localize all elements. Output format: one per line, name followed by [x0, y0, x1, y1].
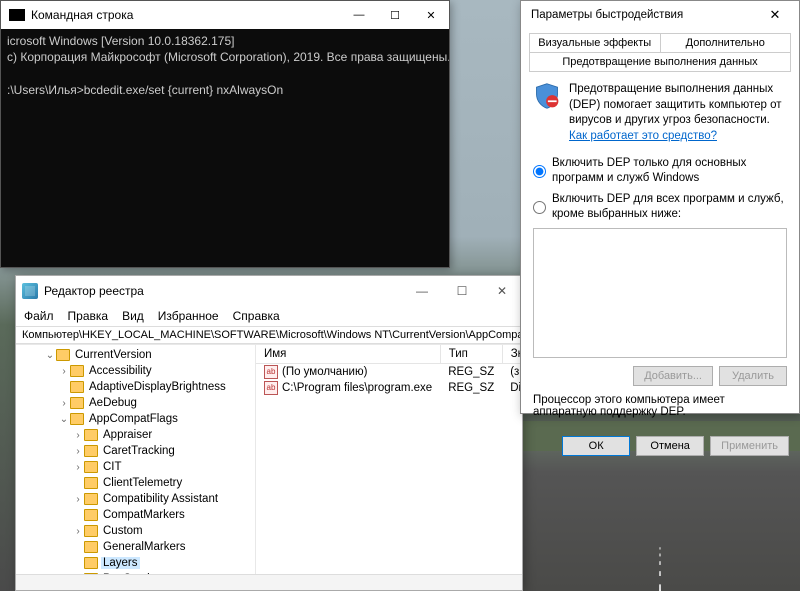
apply-button[interactable]: Применить: [710, 436, 789, 456]
dep-support-text: Процессор этого компьютера имеет аппарат…: [533, 394, 787, 418]
dep-exclusion-list[interactable]: [533, 228, 787, 358]
regedit-window: Редактор реестра — ☐ ✕ Файл Правка Вид И…: [15, 275, 523, 591]
minimize-button[interactable]: —: [402, 276, 442, 306]
dep-help-link[interactable]: Как работает это средство?: [569, 130, 717, 142]
dep-option-all[interactable]: Включить DEP для всех программ и служб, …: [533, 192, 787, 222]
tree-node[interactable]: ›CIT: [16, 459, 255, 475]
dep-option-essential[interactable]: Включить DEP только для основных програм…: [533, 156, 787, 186]
menu-file[interactable]: Файл: [24, 309, 54, 323]
menu-view[interactable]: Вид: [122, 309, 144, 323]
tree-node[interactable]: ›Custom: [16, 523, 255, 539]
tree-node[interactable]: ›CaretTracking: [16, 443, 255, 459]
tree-node[interactable]: Layers: [16, 555, 255, 571]
tree-node[interactable]: ⌄AppCompatFlags: [16, 411, 255, 427]
minimize-button[interactable]: —: [341, 1, 377, 29]
cmd-titlebar[interactable]: Командная строка — ☐ ✕: [1, 1, 449, 29]
tree-node[interactable]: GeneralMarkers: [16, 539, 255, 555]
cmd-icon: [9, 9, 25, 21]
value-row[interactable]: abC:\Program files\program.exeREG_SZDisa…: [256, 380, 522, 396]
remove-button[interactable]: Удалить: [719, 366, 787, 386]
close-button[interactable]: ✕: [755, 1, 795, 29]
regedit-tree[interactable]: ⌄CurrentVersion›AccessibilityAdaptiveDis…: [16, 345, 256, 574]
cmd-title: Командная строка: [31, 8, 341, 22]
tree-node[interactable]: ›Appraiser: [16, 427, 255, 443]
cancel-button[interactable]: Отмена: [636, 436, 704, 456]
perf-options-dialog: Параметры быстродействия ✕ Визуальные эф…: [520, 0, 800, 414]
perf-titlebar[interactable]: Параметры быстродействия ✕: [521, 1, 799, 29]
dep-radio-essential[interactable]: [533, 157, 546, 186]
tab-visual-effects[interactable]: Визуальные эффекты: [529, 33, 661, 53]
scrollbar-h[interactable]: [16, 574, 522, 590]
add-button[interactable]: Добавить...: [633, 366, 713, 386]
regedit-title: Редактор реестра: [44, 284, 402, 298]
regedit-icon: [22, 283, 38, 299]
tree-node[interactable]: CompatMarkers: [16, 507, 255, 523]
regedit-titlebar[interactable]: Редактор реестра — ☐ ✕: [16, 276, 522, 306]
menu-help[interactable]: Справка: [233, 309, 280, 323]
menu-favorites[interactable]: Избранное: [158, 309, 219, 323]
cmd-output[interactable]: icrosoft Windows [Version 10.0.18362.175…: [1, 29, 449, 102]
tree-node[interactable]: ›Accessibility: [16, 363, 255, 379]
tree-node[interactable]: AdaptiveDisplayBrightness: [16, 379, 255, 395]
dep-radio-all[interactable]: [533, 193, 546, 222]
regedit-values[interactable]: Имя Тип Значение ab(По умолчанию)REG_SZ(…: [256, 345, 522, 574]
shield-icon: [533, 82, 561, 110]
cmd-window: Командная строка — ☐ ✕ icrosoft Windows …: [0, 0, 450, 268]
col-type[interactable]: Тип: [440, 345, 502, 364]
tree-node[interactable]: ClientTelemetry: [16, 475, 255, 491]
col-name[interactable]: Имя: [256, 345, 440, 364]
regedit-menu: Файл Правка Вид Избранное Справка: [16, 306, 522, 326]
menu-edit[interactable]: Правка: [68, 309, 109, 323]
ok-button[interactable]: ОК: [562, 436, 630, 456]
tree-node[interactable]: ›AeDebug: [16, 395, 255, 411]
value-row[interactable]: ab(По умолчанию)REG_SZ(значение не п: [256, 364, 522, 381]
tab-advanced[interactable]: Дополнительно: [660, 33, 792, 53]
close-button[interactable]: ✕: [482, 276, 522, 306]
tree-node[interactable]: ⌄CurrentVersion: [16, 347, 255, 363]
perf-title: Параметры быстродействия: [531, 9, 755, 21]
maximize-button[interactable]: ☐: [442, 276, 482, 306]
tab-dep[interactable]: Предотвращение выполнения данных: [529, 53, 791, 72]
maximize-button[interactable]: ☐: [377, 1, 413, 29]
close-button[interactable]: ✕: [413, 1, 449, 29]
regedit-address[interactable]: Компьютер\HKEY_LOCAL_MACHINE\SOFTWARE\Mi…: [16, 326, 522, 344]
tree-node[interactable]: ›Compatibility Assistant: [16, 491, 255, 507]
dep-description: Предотвращение выполнения данных (DEP) п…: [569, 82, 787, 144]
